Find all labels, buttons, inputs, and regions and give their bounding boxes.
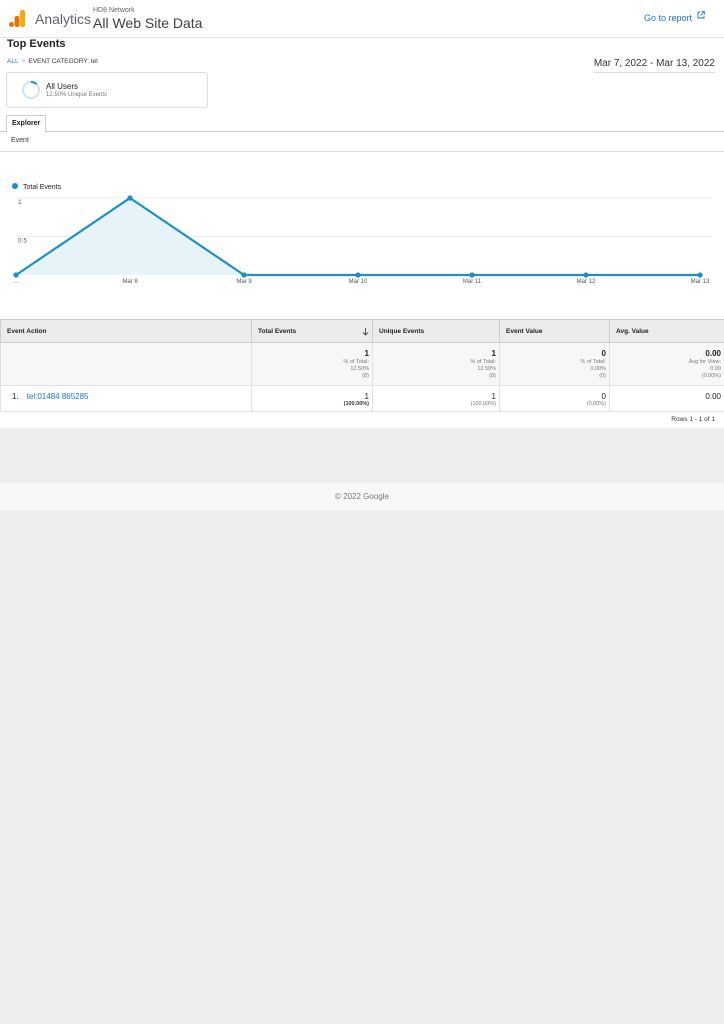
segment-subtitle: 12.50% Unique Events [46, 92, 108, 98]
x-tick-label: Mar 10 [349, 279, 368, 285]
row-value: 0.00 [705, 392, 721, 401]
row-cell-event-value: 0 (0.00%) [499, 385, 610, 412]
breadcrumb-all-link[interactable]: ALL [7, 58, 19, 65]
row-cell-total-events: 1 (100.00%) [251, 385, 373, 412]
line-chart: Total Events 1 0.5 … Mar 8 Mar 9 Mar 10 Mar 1… [12, 183, 712, 285]
summary-base: (8) [362, 373, 369, 379]
summary-value: 1 [364, 349, 369, 358]
x-tick-label: Mar 8 [122, 279, 138, 285]
segment-ring-icon [22, 80, 40, 99]
summary-value: 0.00 [705, 349, 721, 358]
row-index: 1. [12, 392, 19, 401]
summary-cell-total-events: 1 % of Total: 12.50% (8) [251, 342, 373, 386]
summary-pct: 12.50% [350, 366, 369, 372]
page-title: Top Events [7, 38, 66, 50]
breadcrumb: ALL > EVENT CATEGORY: tel [7, 58, 98, 65]
x-tick-label: Mar 9 [236, 279, 252, 285]
segment-card[interactable]: All Users 12.50% Unique Events [6, 72, 208, 108]
data-point[interactable] [13, 272, 19, 278]
breadcrumb-separator: > [21, 58, 26, 65]
row-pct: (0.00%) [586, 401, 606, 407]
account-name: HD8 Network [93, 7, 135, 14]
x-tick-label: Mar 11 [463, 279, 482, 285]
row-cell-avg-value: 0.00 [609, 385, 724, 412]
data-point[interactable] [583, 272, 589, 278]
table-row: 1. tel:01484 865285 1 (100.00%) 1 (100.0… [0, 385, 724, 412]
top-bar: Analytics HD8 Network All Web Site Data … [0, 0, 724, 38]
data-point[interactable] [355, 272, 361, 278]
row-pct: (100.00%) [470, 401, 496, 407]
summary-pct: 0.00% [590, 366, 606, 372]
legend-label[interactable]: Total Events [23, 184, 62, 191]
data-table: Event Action Total Events Unique Events … [0, 319, 724, 412]
row-value: 1 [364, 392, 369, 401]
property-name[interactable]: All Web Site Data [93, 15, 202, 31]
y-tick-label: 1 [18, 199, 22, 206]
summary-base: (0.00%) [701, 373, 721, 379]
summary-cell-event-value: 0 % of Total: 0.00% (0) [499, 342, 610, 386]
summary-label: % of Total: [470, 359, 496, 365]
tab-bar: Explorer [0, 114, 724, 133]
summary-label: Avg for View: [688, 359, 721, 365]
report-panel: Top Events ALL > EVENT CATEGORY: tel Mar 7… [0, 38, 724, 428]
divider [0, 151, 724, 152]
sort-descending-icon[interactable] [362, 328, 369, 336]
column-header-event-value[interactable]: Event Value [499, 319, 610, 343]
x-tick-label: … [13, 279, 19, 285]
summary-cell-avg-value: 0.00 Avg for View: 0.00 (0.00%) [609, 342, 724, 386]
y-tick-label: 0.5 [18, 238, 27, 245]
summary-base: (0) [599, 373, 606, 379]
column-header-unique-events[interactable]: Unique Events [372, 319, 500, 343]
x-tick-label: Mar 12 [577, 279, 596, 285]
external-link-icon[interactable] [697, 11, 705, 19]
data-point[interactable] [469, 272, 475, 278]
data-point[interactable] [127, 195, 133, 201]
legend-dot-icon [12, 183, 18, 189]
row-pct: (100.00%) [255, 401, 369, 408]
column-header-label: Total Events [258, 327, 297, 335]
copyright-text: © 2022 Google [335, 492, 389, 501]
summary-base: (8) [489, 373, 496, 379]
summary-pct: 12.50% [477, 366, 496, 372]
summary-value: 1 [491, 349, 496, 358]
row-value: 0 [601, 392, 606, 401]
date-range-picker[interactable]: Mar 7, 2022 - Mar 13, 2022 [593, 58, 715, 73]
summary-cell-empty [0, 342, 252, 386]
column-header-avg-value[interactable]: Avg. Value [609, 319, 724, 343]
segment-name: All Users [46, 82, 79, 91]
row-cell-unique-events: 1 (100.00%) [372, 385, 500, 412]
column-header-total-events[interactable]: Total Events [251, 319, 373, 343]
summary-cell-unique-events: 1 % of Total: 12.50% (8) [372, 342, 500, 386]
row-value: 1 [491, 392, 496, 401]
analytics-logo-icon[interactable] [9, 10, 25, 27]
row-cell-event-action: 1. tel:01484 865285 [0, 385, 252, 412]
brand-name: Analytics [35, 11, 92, 27]
column-header-event-action[interactable]: Event Action [0, 319, 252, 343]
summary-value: 0 [601, 349, 606, 358]
data-point[interactable] [697, 272, 703, 278]
footer: © 2022 Google [0, 483, 724, 510]
go-to-report-link[interactable]: Go to report [644, 13, 692, 23]
summary-label: % of Total: [580, 359, 606, 365]
x-tick-label: Mar 13 [691, 279, 710, 285]
tab-explorer[interactable]: Explorer [6, 115, 47, 133]
breadcrumb-filter: EVENT CATEGORY: tel [28, 58, 98, 65]
data-point[interactable] [241, 272, 247, 278]
summary-label: % of Total: [343, 359, 369, 365]
event-action-link[interactable]: tel:01484 865285 [27, 392, 89, 401]
pagination-info: Rows 1 - 1 of 1 [671, 416, 715, 423]
subtab-event[interactable]: Event [11, 137, 29, 144]
row-pct-text: (100.00%) [343, 401, 369, 407]
summary-pct: 0.00 [710, 366, 721, 372]
summary-row: 1 % of Total: 12.50% (8) 1 % of Total: 1… [0, 342, 724, 386]
